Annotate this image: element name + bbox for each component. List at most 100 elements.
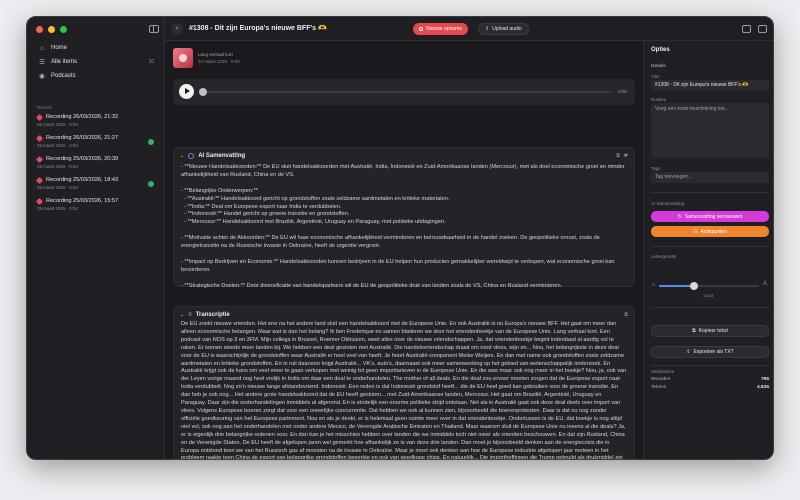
recording-duration: 0:04 — [69, 206, 78, 211]
refresh-icon: ↻ — [677, 213, 682, 220]
recording-date: 25 maart 2026 — [37, 164, 66, 169]
font-size-value: 14 pt — [703, 293, 714, 298]
transcribed-check-icon — [148, 139, 154, 145]
font-size-slider-fill — [659, 285, 694, 287]
recordings-list: Recording 26/03/2026, 21:32 26 maart 202… — [33, 112, 159, 217]
transcript-card: ⌄ ≡ Transcriptie ⧉ De EU zoekt nieuwe vr… — [173, 306, 635, 459]
font-size-label: Lettergrootte — [651, 254, 677, 259]
transcribed-check-icon — [148, 181, 154, 187]
stat-value: 4.835 — [756, 385, 769, 390]
minimize-window-button[interactable] — [48, 26, 55, 33]
recording-item[interactable]: Recording 26/03/2026, 21:32 26 maart 202… — [33, 112, 159, 133]
sidebar: ⌂ Home ☰ Alle items 10 ◉ Podcasts Recent… — [27, 17, 165, 459]
sidebar-item-podcasts[interactable]: ◉ Podcasts — [33, 69, 159, 83]
renew-summary-button[interactable]: ↻ Samenvatting vernieuwen — [651, 211, 769, 222]
recording-item[interactable]: Recording 25/03/2026, 20:39 25 maart 202… — [33, 154, 159, 175]
options-panel-icon[interactable] — [742, 25, 751, 33]
recording-title: Recording 26/03/2026, 21:32 — [46, 114, 119, 120]
recording-title: Recording 25/03/2026, 20:39 — [46, 156, 119, 162]
title-field[interactable]: #1308 - Dit zijn Europa's nieuwe BFF's 🫶 — [651, 80, 769, 91]
font-size-slider-handle[interactable] — [690, 282, 698, 290]
inspector-toggle-icon[interactable] — [758, 25, 767, 33]
playback-time: 0:00 — [618, 89, 627, 94]
chevron-down-icon[interactable]: ⌄ — [180, 153, 184, 159]
chevron-down-icon[interactable]: ⌄ — [180, 312, 184, 318]
audio-player: 0:00 — [173, 79, 635, 105]
transcript-header[interactable]: ⌄ ≡ Transcriptie — [180, 312, 230, 318]
notes-placeholder: Voeg een korte beschrijving toe... — [655, 106, 729, 112]
recording-date: 26 maart 2026 — [37, 143, 66, 148]
summary-text: - **Nieuwe Handelsakkoorden:** De EU slu… — [181, 164, 625, 289]
title-value: #1308 - Dit zijn Europa's nieuwe BFF's 🫶 — [655, 82, 749, 88]
ai-summary-label: AI Samenvatting — [651, 201, 685, 206]
stat-label: Woorden — [651, 377, 671, 382]
action-points-button[interactable]: ☷ Actiepunten — [651, 226, 769, 237]
recording-icon — [35, 176, 44, 184]
upload-audio-label: Upload audio — [492, 26, 522, 32]
recording-duration: 0:04 — [69, 143, 78, 148]
recording-item[interactable]: Recording 25/03/2026, 15:57 25 maart 202… — [33, 196, 159, 217]
copy-icon: ⧉ — [692, 328, 696, 334]
transcript-title: Transcriptie — [195, 312, 230, 318]
podcast-artwork — [173, 48, 193, 68]
toolbar: ‹ #1308 - Dit zijn Europa's nieuwe BFF's… — [165, 17, 773, 41]
font-size-large-icon: A — [763, 281, 768, 287]
export-txt-button[interactable]: ⇪ Exporteer als TXT — [651, 346, 769, 358]
options-panel: Opties Details Titel #1308 - Dit zijn Eu… — [643, 41, 773, 459]
back-button[interactable]: ‹ — [171, 23, 183, 35]
copy-icon[interactable]: ⧉ — [624, 312, 628, 318]
zoom-window-button[interactable] — [60, 26, 67, 33]
upload-audio-button[interactable]: ⇧ Upload audio — [478, 23, 529, 35]
recording-item[interactable]: Recording 25/03/2026, 18:43 25 maart 202… — [33, 175, 159, 196]
seek-handle[interactable] — [199, 88, 207, 96]
recording-icon — [35, 155, 44, 163]
sidebar-toggle-icon[interactable] — [149, 25, 159, 33]
episode-date: 24 maart 2026 — [198, 59, 228, 64]
podcast-name: Lang verhaal kort — [198, 52, 233, 57]
new-recording-button[interactable]: Nieuwe opname — [413, 23, 469, 35]
sidebar-item-all-items[interactable]: ☰ Alle items 10 — [33, 55, 159, 69]
stat-value: 796 — [760, 377, 769, 382]
recording-duration: 0:04 — [69, 122, 78, 127]
tags-placeholder: Tag toevoegen... — [655, 174, 692, 180]
divider — [651, 307, 769, 308]
seek-bar[interactable] — [201, 91, 611, 93]
recording-duration: 0:04 — [69, 185, 78, 190]
podcast-icon: ◉ — [39, 73, 45, 80]
notes-label: Notities — [651, 97, 667, 102]
upload-icon: ⇧ — [485, 26, 490, 32]
window-controls — [36, 26, 67, 33]
sidebar-item-home[interactable]: ⌂ Home — [33, 41, 159, 55]
transcript-icon: ≡ — [188, 312, 192, 318]
main-content: Lang verhaal kort 24 maart 2026 · 0:00 0… — [165, 41, 643, 459]
action-points-label: Actiepunten — [700, 228, 727, 235]
sidebar-item-label: Podcasts — [51, 73, 76, 79]
notes-field[interactable]: Voeg een korte beschrijving toe... — [651, 103, 769, 158]
settings-icon[interactable]: ✱ — [624, 153, 628, 159]
chevron-left-icon: ‹ — [175, 25, 179, 32]
play-button[interactable] — [179, 84, 194, 99]
close-window-button[interactable] — [36, 26, 43, 33]
stat-characters: Tekens 4.835 — [651, 385, 769, 390]
tags-input[interactable]: Tag toevoegen... — [651, 172, 769, 183]
title-label: Titel — [651, 74, 660, 79]
summary-header[interactable]: ⌄ AI Samenvatting — [180, 153, 245, 159]
copy-icon[interactable]: ⧉ — [616, 153, 620, 159]
recording-title: Recording 25/03/2026, 18:43 — [46, 177, 119, 183]
font-size-slider[interactable] — [659, 285, 759, 287]
list-icon: ☰ — [39, 59, 45, 66]
transcript-text: De EU zoekt nieuwe vrienden. Het ene na … — [181, 321, 627, 459]
recording-date: 25 maart 2026 — [37, 185, 66, 190]
transcript-tools: ⧉ — [624, 312, 628, 318]
ai-sparkle-icon — [188, 153, 195, 159]
item-count: 10 — [148, 59, 154, 65]
recording-item[interactable]: Recording 26/03/2026, 21:27 26 maart 202… — [33, 133, 159, 154]
copy-text-button[interactable]: ⧉ Kopieer tekst — [651, 325, 769, 337]
episode-meta: 24 maart 2026 · 0:00 — [198, 59, 240, 64]
episode-duration: 0:00 — [231, 59, 240, 64]
sidebar-item-label: Alle items — [51, 59, 78, 65]
ai-summary-card: ⌄ AI Samenvatting ⧉ ✱ - **Nieuwe Handels… — [173, 147, 635, 289]
renew-summary-label: Samenvatting vernieuwen — [684, 213, 743, 220]
new-recording-label: Nieuwe opname — [426, 26, 463, 32]
recording-icon — [35, 134, 44, 142]
